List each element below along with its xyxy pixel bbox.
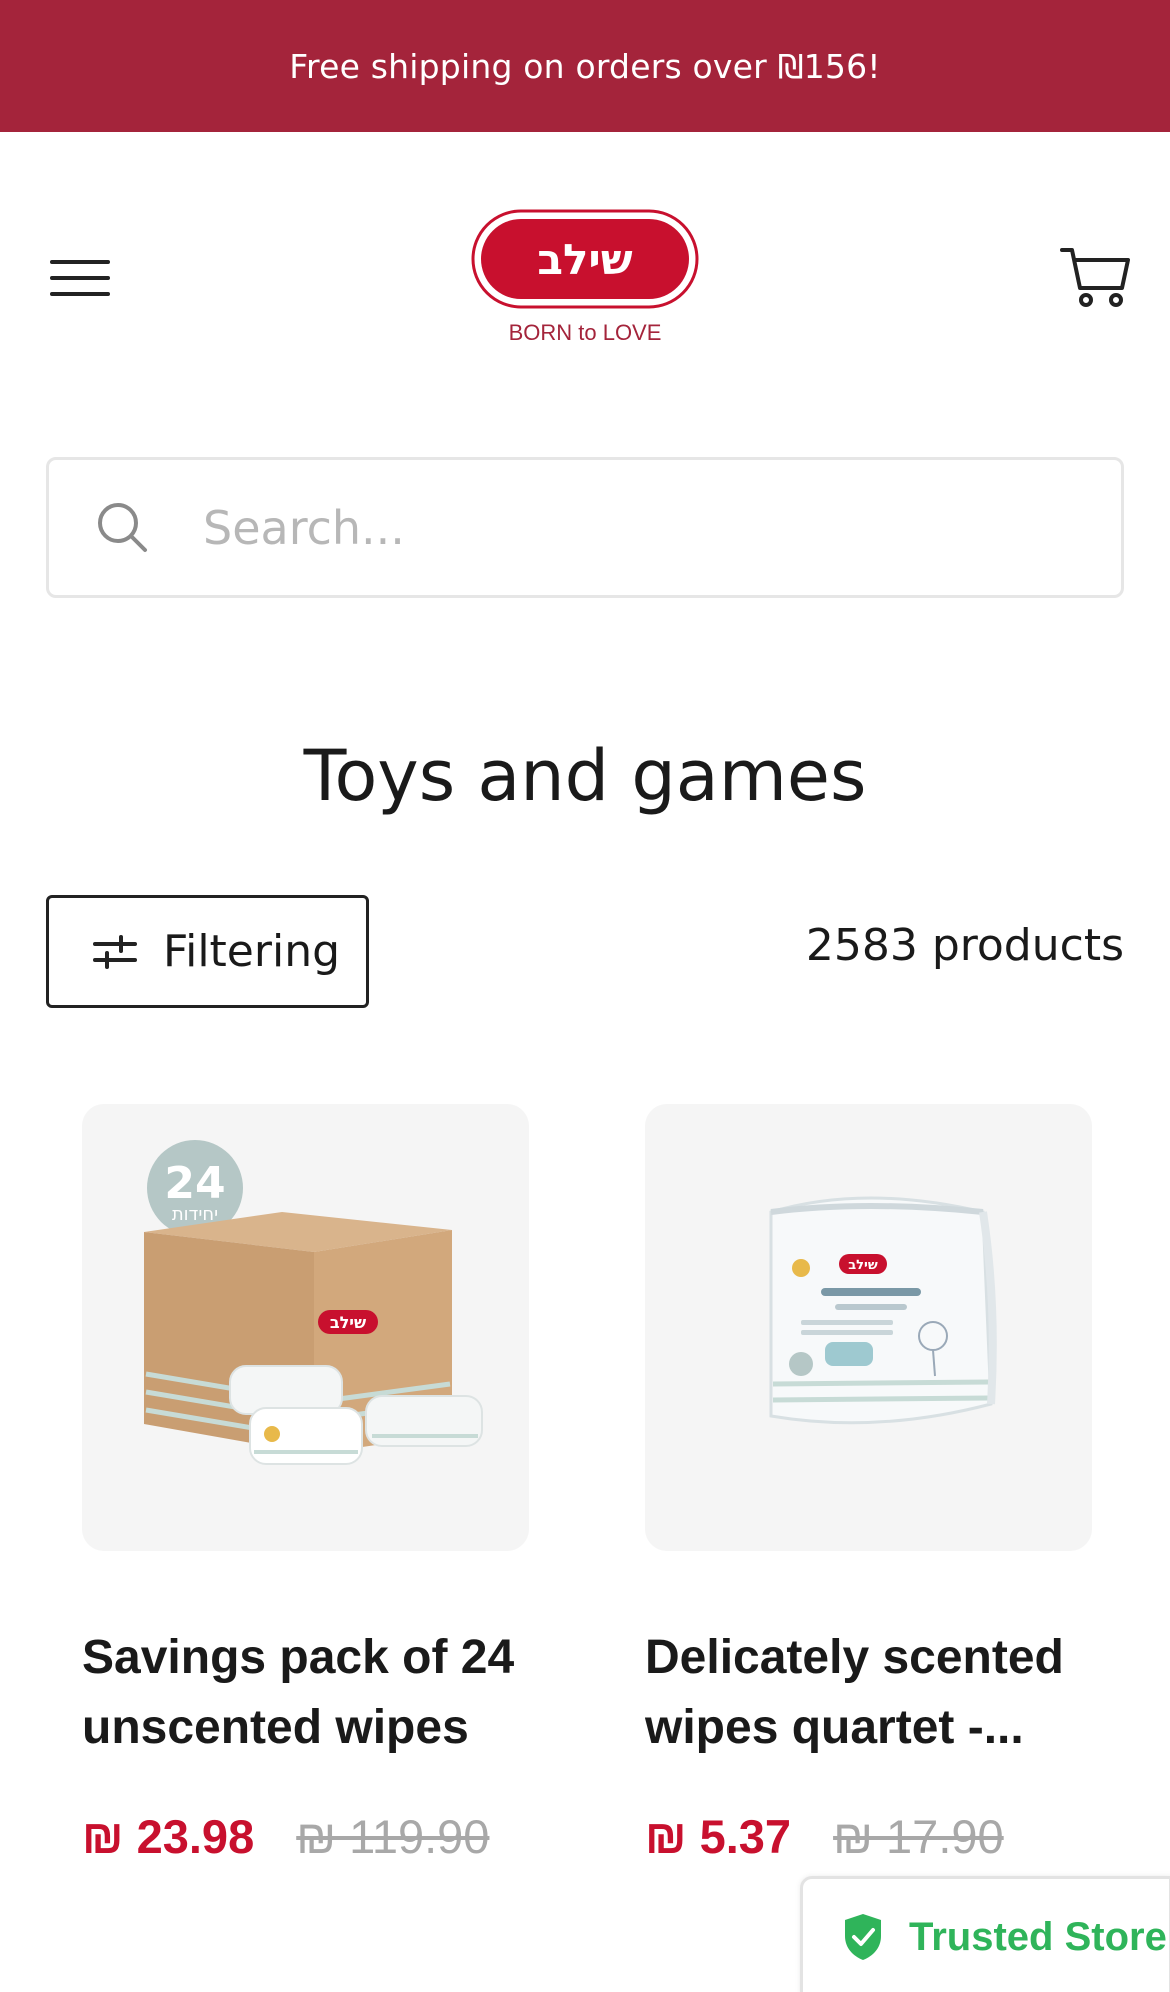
sale-price: ₪ 5.37: [645, 1810, 792, 1863]
announcement-bar: Free shipping on orders over ₪156!: [0, 0, 1170, 132]
product-image[interactable]: שילב: [645, 1104, 1092, 1551]
original-price: ₪ 17.90: [833, 1810, 1004, 1863]
menu-button[interactable]: [44, 242, 116, 314]
hamburger-menu-icon: [50, 260, 110, 296]
box-logo: שילב: [330, 1313, 366, 1332]
filter-button[interactable]: Filtering: [46, 895, 369, 1008]
site-header: שילב BORN to LOVE: [0, 132, 1170, 422]
product-card[interactable]: 24 יחידות שילב Savings pack of 24 unscen…: [82, 1104, 529, 1864]
search-input[interactable]: [203, 487, 1023, 568]
page-title: Toys and games: [303, 735, 867, 817]
sale-price: ₪ 23.98: [82, 1810, 255, 1863]
trusted-store-badge[interactable]: Trusted Store: [800, 1876, 1170, 1992]
product-count: 2583 products: [805, 920, 1124, 971]
product-title[interactable]: Savings pack of 24 unscented wipes: [82, 1623, 529, 1763]
shield-check-icon: [839, 1911, 887, 1963]
trusted-store-label: Trusted Store: [909, 1914, 1167, 1959]
pack-logo: שילב: [848, 1258, 878, 1273]
logo-tagline: BORN to LOVE: [509, 320, 662, 345]
price-row: ₪ 23.98 ₪ 119.90: [82, 1809, 529, 1864]
badge-text: יחידות: [172, 1204, 218, 1225]
badge-number: 24: [164, 1158, 225, 1209]
logo-hebrew-text: שילב: [537, 235, 632, 284]
product-title[interactable]: Delicately scented wipes quartet -...: [645, 1623, 1092, 1763]
original-price: ₪ 119.90: [296, 1810, 490, 1863]
price-row: ₪ 5.37 ₪ 17.90: [645, 1809, 1092, 1864]
filter-label: Filtering: [163, 926, 341, 977]
search-bar[interactable]: [46, 457, 1124, 598]
sliders-icon: [91, 928, 139, 976]
store-logo[interactable]: שילב BORN to LOVE: [470, 208, 700, 348]
product-card[interactable]: שילב Delicately scented wipes quartet -.…: [645, 1104, 1092, 1864]
announcement-text: Free shipping on orders over ₪156!: [289, 46, 881, 86]
search-icon[interactable]: [93, 498, 153, 558]
shopping-cart-icon: [1060, 248, 1130, 307]
cart-button[interactable]: [1052, 232, 1140, 320]
product-image[interactable]: 24 יחידות שילב: [82, 1104, 529, 1551]
